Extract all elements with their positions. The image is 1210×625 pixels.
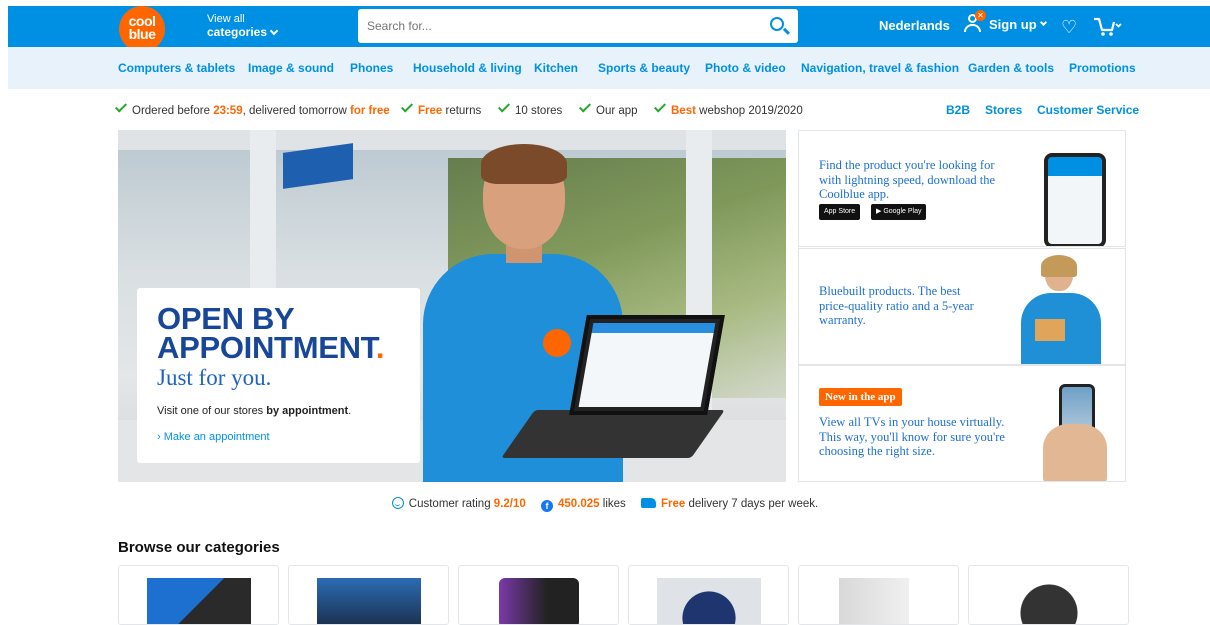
delivery-text: delivery 7 days per week. xyxy=(685,498,819,510)
bluebuilt-panel[interactable]: Bluebuilt products. The best price-quali… xyxy=(798,248,1126,365)
make-appointment-link[interactable]: › Make an appointment xyxy=(157,431,400,443)
view-all-categories-button[interactable]: View all categories xyxy=(207,13,279,39)
rating-label: Customer rating xyxy=(408,498,494,510)
google-play-badge[interactable]: ▶ Google Play xyxy=(871,204,927,220)
likes-label: likes xyxy=(599,498,626,510)
usp-best: Best webshop 2019/2020 xyxy=(653,100,803,117)
new-in-app-badge: New in the app xyxy=(819,388,902,406)
facebook-icon: f xyxy=(540,500,553,512)
customer-service-link[interactable]: Customer Service xyxy=(1037,103,1139,117)
app-store-label: App Store xyxy=(824,208,856,215)
categories-label: categories xyxy=(207,25,268,39)
hero-promo-card: OPEN BY APPOINTMENT. Just for you. Visit … xyxy=(137,288,420,463)
usp-text: webshop 2019/2020 xyxy=(695,105,803,117)
check-icon xyxy=(653,100,667,113)
app-download-panel[interactable]: Find the product you're looking for with… xyxy=(798,130,1126,247)
tv-virtual-text: View all TVs in your house virtually. Th… xyxy=(819,415,1005,458)
bluebuilt-employee-image xyxy=(1015,255,1105,364)
usp-returns: Free returns xyxy=(400,100,482,117)
free-delivery-info: Free delivery 7 days per week. xyxy=(640,498,819,510)
chevron-right-icon: › xyxy=(157,431,164,443)
nav-item-photo-video[interactable]: Photo & video xyxy=(705,61,786,75)
app-download-text: Find the product you're looking for with… xyxy=(819,158,996,201)
usp-text: , delivered tomorrow xyxy=(242,105,350,117)
search-icon[interactable] xyxy=(770,17,784,31)
nav-item-sports-beauty[interactable]: Sports & beauty xyxy=(598,61,690,75)
smile-icon xyxy=(391,497,404,509)
hero-title-line2: APPOINTMENT xyxy=(157,330,376,365)
hero-text-suffix: . xyxy=(348,405,352,417)
chevron-down-icon xyxy=(269,26,279,36)
make-appointment-label: Make an appointment xyxy=(163,431,270,443)
usp-free: Free xyxy=(418,105,443,117)
nav-item-image-sound[interactable]: Image & sound xyxy=(248,61,334,75)
phone-in-hand-image xyxy=(1029,384,1109,481)
truck-icon xyxy=(640,498,656,508)
usp-time: 23:59 xyxy=(213,105,243,117)
usp-free: for free xyxy=(349,105,390,117)
customer-rating[interactable]: Customer rating 9.2/10 xyxy=(391,497,526,510)
category-nav: Computers & tablets Image & sound Phones… xyxy=(8,47,1210,89)
rating-value: 9.2/10 xyxy=(493,498,526,510)
search-bar xyxy=(358,9,798,43)
hero-title: OPEN BY APPOINTMENT. xyxy=(157,303,400,365)
check-icon xyxy=(400,100,414,113)
nav-item-computers[interactable]: Computers & tablets xyxy=(118,61,235,75)
ratings-bar: Customer rating 9.2/10 f 450.025 likes Fr… xyxy=(0,497,1210,512)
nav-item-household[interactable]: Household & living xyxy=(413,61,522,75)
hero-title-dot: . xyxy=(375,330,385,365)
person-icon: ✕ xyxy=(963,10,986,34)
nav-item-promotions[interactable]: Promotions xyxy=(1069,61,1136,75)
usp-text: 10 stores xyxy=(515,105,563,117)
chevron-down-icon xyxy=(1039,18,1047,26)
usp-delivery: Ordered before 23:59, delivered tomorrow… xyxy=(114,100,390,117)
usp-best-label: Best xyxy=(671,105,696,117)
nav-item-phones[interactable]: Phones xyxy=(350,61,393,75)
category-card-household[interactable] xyxy=(628,565,789,625)
category-card-computers[interactable] xyxy=(118,565,279,625)
usp-text: Our app xyxy=(596,105,638,117)
check-icon xyxy=(497,100,511,113)
browse-categories-title: Browse our categories xyxy=(118,539,280,556)
app-store-badge[interactable]: App Store xyxy=(819,204,861,220)
hero-subtitle: Just for you. xyxy=(157,365,272,390)
usp-text: returns xyxy=(442,105,482,117)
logo-line2: blue xyxy=(128,26,156,42)
google-play-label: Google Play xyxy=(883,208,922,215)
coolblue-logo[interactable]: cool blue xyxy=(119,6,165,52)
nav-item-garden-tools[interactable]: Garden & tools xyxy=(968,61,1054,75)
search-input[interactable] xyxy=(358,9,738,43)
usp-stores: 10 stores xyxy=(497,100,563,117)
delivery-free: Free xyxy=(660,498,686,510)
check-icon xyxy=(578,100,592,113)
b2b-link[interactable]: B2B xyxy=(946,103,970,117)
signup-button[interactable]: ✕ Sign up xyxy=(963,10,1047,34)
hero-text-bold: by appointment xyxy=(266,405,349,417)
tv-virtual-panel[interactable]: New in the app View all TVs in your hous… xyxy=(798,365,1126,482)
category-card-kitchen[interactable] xyxy=(798,565,959,625)
category-card-image-sound[interactable] xyxy=(288,565,449,625)
usp-app: Our app xyxy=(578,100,638,117)
likes-value: 450.025 xyxy=(557,498,600,510)
hero-text-prefix: Visit one of our stores xyxy=(157,405,267,417)
hero-text: Visit one of our stores by appointment. xyxy=(157,405,400,417)
cart-icon[interactable] xyxy=(1093,16,1123,38)
stores-link[interactable]: Stores xyxy=(985,103,1022,117)
check-icon xyxy=(114,100,128,113)
phone-image xyxy=(1044,153,1106,246)
category-card-beauty[interactable] xyxy=(968,565,1129,625)
bluebuilt-text: Bluebuilt products. The best price-quali… xyxy=(819,284,974,327)
usp-text: Ordered before xyxy=(132,105,214,117)
nav-item-kitchen[interactable]: Kitchen xyxy=(534,61,578,75)
signup-label: Sign up xyxy=(989,16,1037,32)
category-card-phones[interactable] xyxy=(458,565,619,625)
heart-icon[interactable]: ♡ xyxy=(1061,18,1077,36)
nav-item-navigation[interactable]: Navigation, travel & fashion xyxy=(801,61,959,75)
facebook-likes[interactable]: f 450.025 likes xyxy=(540,498,626,512)
top-header-bar: cool blue View all categories Nederlands… xyxy=(8,6,1210,52)
laptop-image xyxy=(501,315,725,465)
language-switch[interactable]: Nederlands xyxy=(879,18,950,33)
